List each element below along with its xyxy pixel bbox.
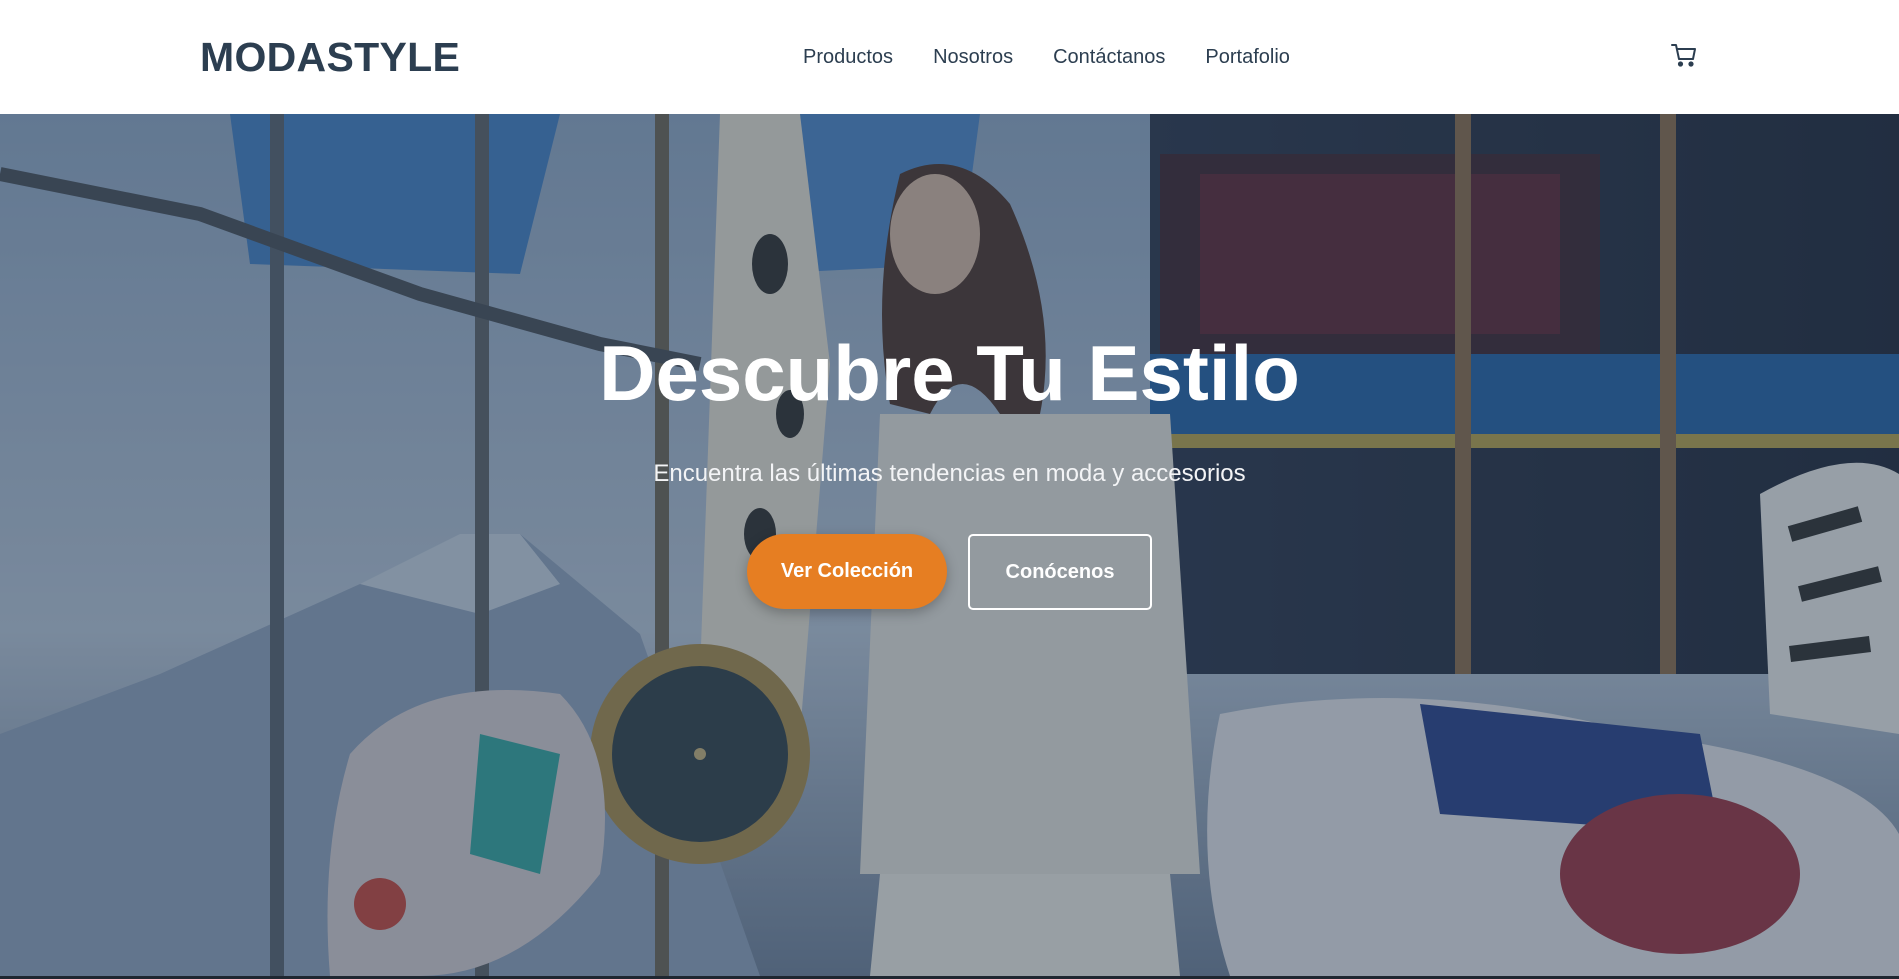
about-us-button[interactable]: Conócenos bbox=[968, 534, 1152, 610]
site-logo[interactable]: MODASTYLE bbox=[200, 33, 460, 81]
hero-title: Descubre Tu Estilo bbox=[599, 329, 1300, 417]
nav-item-productos[interactable]: Productos bbox=[803, 44, 893, 70]
nav-item-portafolio[interactable]: Portafolio bbox=[1205, 44, 1290, 70]
hero-subtitle: Encuentra las últimas tendencias en moda… bbox=[653, 460, 1246, 487]
site-header: MODASTYLE Productos Nosotros Contáctanos… bbox=[0, 0, 1899, 114]
hero-overlay bbox=[0, 114, 1899, 976]
main-nav: Productos Nosotros Contáctanos Portafoli… bbox=[803, 44, 1290, 70]
hero-section: Descubre Tu Estilo Encuentra las últimas… bbox=[0, 114, 1899, 976]
view-collection-button[interactable]: Ver Colección bbox=[747, 534, 947, 609]
nav-item-nosotros[interactable]: Nosotros bbox=[933, 44, 1013, 70]
nav-item-contactanos[interactable]: Contáctanos bbox=[1053, 44, 1165, 70]
cart-icon[interactable] bbox=[1669, 40, 1699, 70]
